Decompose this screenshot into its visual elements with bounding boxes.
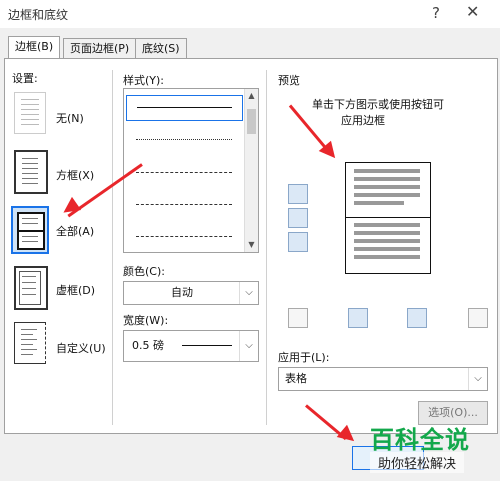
apply-to-select[interactable]: 表格 ⌵ bbox=[278, 367, 488, 391]
width-sample-line bbox=[182, 345, 232, 346]
left-border-button[interactable] bbox=[348, 308, 368, 328]
setting-grid-label[interactable]: 虚框(D) bbox=[56, 282, 95, 298]
style-option-dashed[interactable] bbox=[136, 204, 232, 205]
setting-box-icon[interactable] bbox=[14, 150, 48, 194]
column-divider bbox=[112, 70, 113, 425]
width-value: 0.5 磅 bbox=[132, 339, 164, 352]
scroll-up-icon[interactable]: ▲ bbox=[245, 89, 258, 103]
setting-custom-label[interactable]: 自定义(U) bbox=[56, 340, 106, 356]
tab-borders[interactable]: 边框(B) bbox=[8, 36, 61, 59]
window-title: 边框和底纹 bbox=[8, 8, 69, 22]
diagonal-down-border-button[interactable] bbox=[468, 308, 488, 328]
setting-box-label[interactable]: 方框(X) bbox=[56, 167, 94, 183]
close-icon[interactable]: ✕ bbox=[466, 2, 479, 21]
help-icon[interactable]: ? bbox=[432, 4, 440, 22]
tab-shading[interactable]: 底纹(S) bbox=[135, 38, 187, 59]
scroll-down-icon[interactable]: ▼ bbox=[245, 238, 258, 252]
preview-hint-line1: 单击下方图示或使用按钮可 bbox=[312, 98, 444, 111]
watermark-slogan: 助你轻松解决 bbox=[370, 452, 465, 473]
setting-none-label[interactable]: 无(N) bbox=[56, 110, 84, 126]
preview-page[interactable] bbox=[345, 162, 431, 274]
style-label: 样式(Y): bbox=[123, 74, 165, 87]
watermark-logo: 百科全说 bbox=[370, 426, 470, 454]
apply-to-value: 表格 bbox=[285, 372, 307, 385]
chevron-down-icon[interactable]: ⌵ bbox=[239, 331, 258, 361]
tab-page-border[interactable]: 页面边框(P) bbox=[63, 38, 137, 59]
setting-all-icon[interactable] bbox=[11, 206, 49, 254]
inside-vertical-border-button[interactable] bbox=[407, 308, 427, 328]
width-select[interactable]: 0.5 磅 ⌵ bbox=[123, 330, 259, 362]
title-bar bbox=[0, 0, 500, 28]
style-option-dash-dot[interactable] bbox=[136, 236, 232, 237]
preview-hint-line2: 应用边框 bbox=[341, 114, 385, 127]
style-option-dashed-short[interactable] bbox=[136, 172, 232, 173]
style-scrollbar[interactable]: ▲ ▼ bbox=[244, 89, 258, 252]
setting-all-label[interactable]: 全部(A) bbox=[56, 223, 94, 239]
color-label: 颜色(C): bbox=[123, 265, 165, 278]
scroll-thumb[interactable] bbox=[247, 109, 256, 134]
apply-to-label: 应用于(L): bbox=[278, 351, 330, 364]
diagonal-up-border-button[interactable] bbox=[288, 308, 308, 328]
color-select[interactable]: 自动 ⌵ bbox=[123, 281, 259, 305]
style-option-solid[interactable] bbox=[126, 95, 243, 121]
setting-custom-icon[interactable] bbox=[14, 322, 46, 364]
inside-horizontal-border-button[interactable] bbox=[288, 208, 308, 228]
settings-label: 设置: bbox=[12, 72, 38, 85]
setting-none-icon[interactable] bbox=[14, 92, 46, 134]
top-border-button[interactable] bbox=[288, 184, 308, 204]
color-value: 自动 bbox=[171, 286, 193, 299]
bottom-border-button[interactable] bbox=[288, 232, 308, 252]
chevron-down-icon[interactable]: ⌵ bbox=[239, 282, 258, 304]
width-label: 宽度(W): bbox=[123, 314, 169, 327]
style-option-dotted[interactable] bbox=[136, 139, 232, 140]
style-listbox[interactable]: ▲ ▼ bbox=[123, 88, 259, 253]
column-divider bbox=[266, 70, 267, 425]
chevron-down-icon[interactable]: ⌵ bbox=[468, 368, 487, 390]
setting-grid-icon[interactable] bbox=[14, 266, 48, 310]
preview-label: 预览 bbox=[278, 74, 300, 87]
